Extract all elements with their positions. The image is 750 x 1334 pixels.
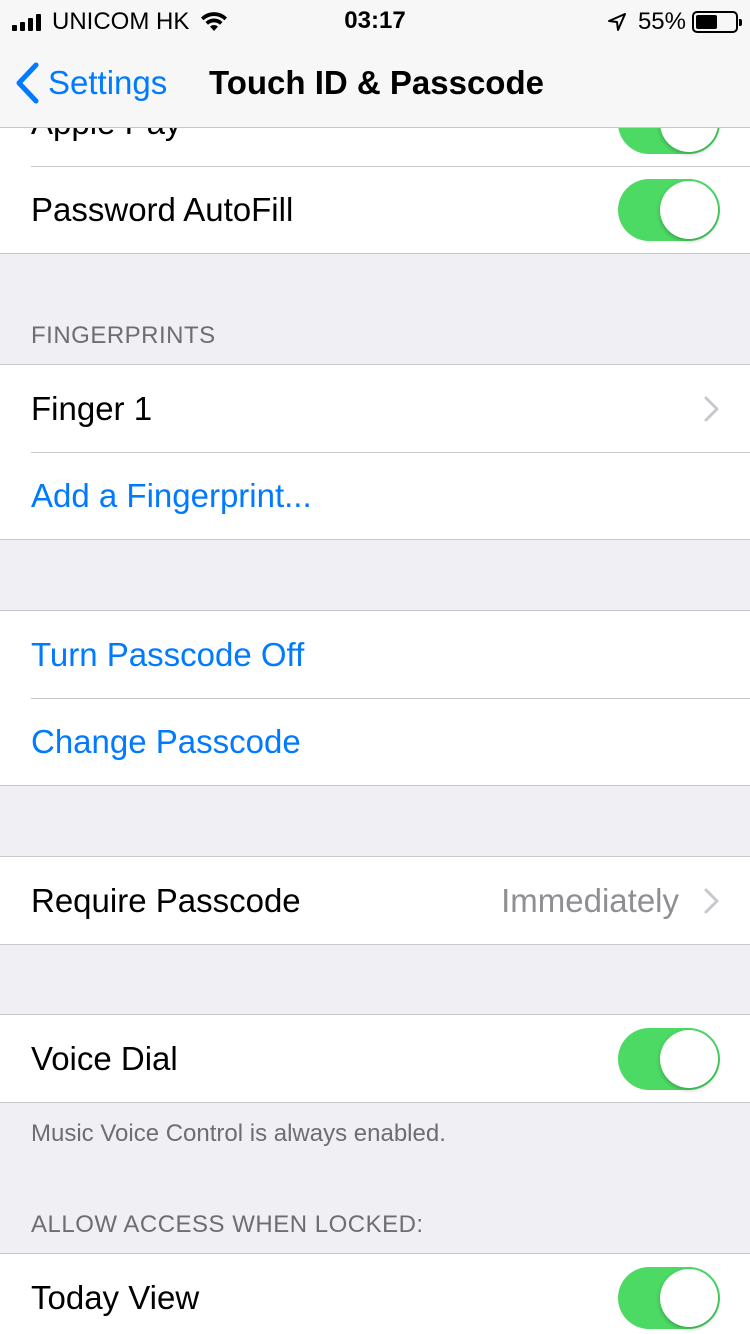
passcode-group: Turn Passcode Off Change Passcode <box>0 610 750 786</box>
toggle-knob <box>660 180 718 239</box>
allow-access-header: ALLOW ACCESS WHEN LOCKED: <box>31 1211 424 1238</box>
password-autofill-toggle[interactable] <box>618 178 720 241</box>
chevron-right-icon <box>704 888 719 913</box>
battery-icon <box>692 11 742 33</box>
page-title: Touch ID & Passcode <box>209 64 544 101</box>
add-fingerprint-row[interactable]: Add a Fingerprint... <box>0 452 750 539</box>
add-fingerprint-label: Add a Fingerprint... <box>31 476 312 514</box>
voice-dial-label: Voice Dial <box>31 1039 178 1077</box>
password-autofill-label: Password AutoFill <box>31 190 294 228</box>
toggle-knob <box>660 1029 718 1088</box>
location-arrow-icon <box>607 13 626 31</box>
password-autofill-row[interactable]: Password AutoFill <box>0 166 750 253</box>
chevron-left-icon <box>16 62 39 104</box>
chevron-right-icon <box>704 396 719 421</box>
require-passcode-label: Require Passcode <box>31 881 301 919</box>
back-button-label: Settings <box>48 64 168 101</box>
today-view-label: Today View <box>31 1278 200 1316</box>
voice-dial-row[interactable]: Voice Dial <box>0 1015 750 1102</box>
require-passcode-group: Require Passcode Immediately <box>0 856 750 945</box>
battery-percent: 55% <box>637 8 686 35</box>
require-passcode-value: Immediately <box>501 881 679 919</box>
toggle-knob <box>660 1268 718 1327</box>
voice-control-footer: Music Voice Control is always enabled. <box>31 1120 446 1147</box>
fingerprints-header: FINGERPRINTS <box>31 322 216 349</box>
finger-1-row[interactable]: Finger 1 <box>0 365 750 452</box>
change-passcode-label: Change Passcode <box>31 722 301 760</box>
require-passcode-row[interactable]: Require Passcode Immediately <box>0 857 750 944</box>
turn-passcode-off-row[interactable]: Turn Passcode Off <box>0 611 750 698</box>
change-passcode-row[interactable]: Change Passcode <box>0 698 750 785</box>
navigation-bar: Settings Touch ID & Passcode <box>0 40 750 128</box>
back-button[interactable]: Settings <box>14 62 167 104</box>
turn-passcode-off-label: Turn Passcode Off <box>31 635 305 673</box>
finger-1-label: Finger 1 <box>31 389 153 427</box>
battery-fill <box>696 15 717 29</box>
voice-dial-toggle[interactable] <box>618 1027 720 1090</box>
today-view-toggle[interactable] <box>618 1266 720 1329</box>
today-view-row[interactable]: Today View <box>0 1254 750 1334</box>
status-bar: UNICOM HK 03:17 55% <box>0 0 750 40</box>
fingerprints-group: Finger 1 Add a Fingerprint... <box>0 364 750 540</box>
locked-access-group: Today View <box>0 1253 750 1334</box>
voice-dial-group: Voice Dial <box>0 1014 750 1103</box>
